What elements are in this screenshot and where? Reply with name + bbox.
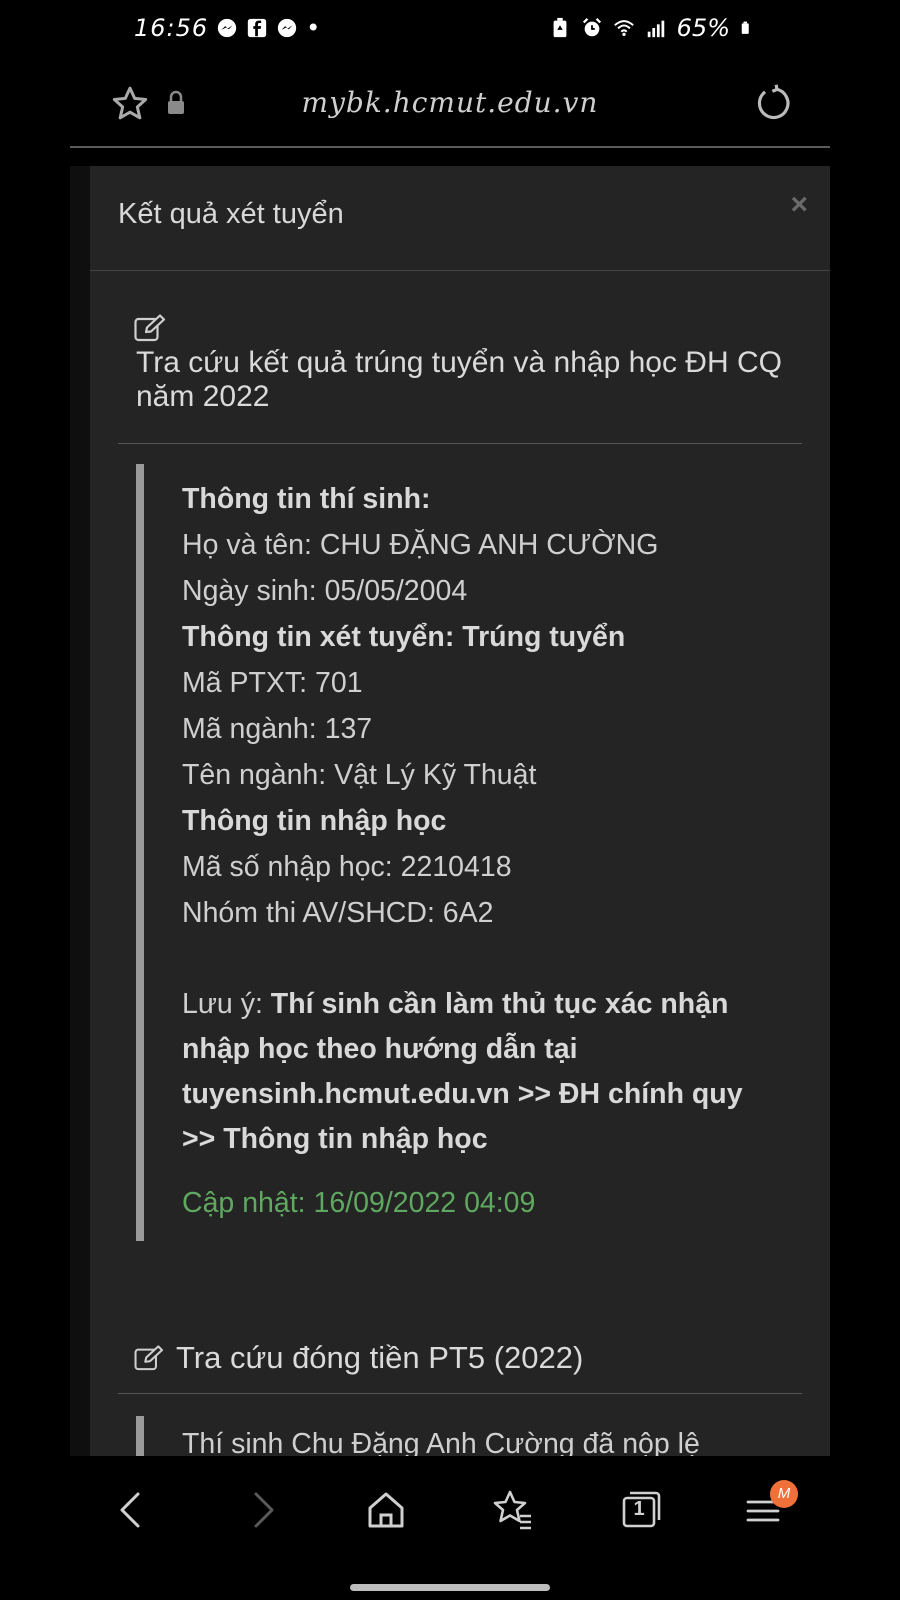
note-label: Lưu ý: [182,988,271,1020]
reload-icon[interactable] [754,84,792,122]
divider [118,443,802,444]
modal-title: Kết quả xét tuyển [118,198,344,230]
payment-info-text: Thí sinh Chu Đặng Anh Cường đã nộp lệ [182,1428,700,1456]
tab-count: 1 [633,1498,645,1520]
home-indicator[interactable] [350,1584,550,1591]
back-icon[interactable] [104,1482,160,1538]
updated-timestamp: Cập nhật: 16/09/2022 04:09 [182,1187,536,1219]
major-name: Tên ngành: Vật Lý Kỹ Thuật [182,759,537,791]
blockquote-bar [136,464,144,1241]
menu-button[interactable]: M [738,1480,798,1538]
status-bar: 16:56 • 65% [0,0,900,64]
ptxt-code: Mã PTXT: 701 [182,667,363,699]
major-code: Mã ngành: 137 [182,713,373,745]
facebook-icon [248,18,267,38]
divider [118,1393,802,1394]
browser-bottom-toolbar: 1 M [0,1456,900,1600]
battery-icon [741,21,749,34]
status-bar-right: 65% [549,14,754,42]
clock: 16:56 [134,14,209,42]
admission-heading: Thông tin xét tuyển: Trúng tuyển [182,621,626,653]
alarm-icon [582,18,601,37]
candidate-heading: Thông tin thí sinh: [182,483,431,515]
status-bar-left: 16:56 • [134,14,321,42]
note: Lưu ý: Thí sinh cần làm thủ tục xác nhận… [182,982,762,1162]
battery-percent: 65% [676,14,730,42]
section-header-payment: Tra cứu đóng tiền PT5 (2022) [134,1340,583,1376]
exam-group: Nhóm thi AV/SHCD: 6A2 [182,897,494,929]
wifi-icon [613,20,634,37]
battery-saver-icon [553,17,567,38]
tabs-button[interactable]: 1 [612,1482,668,1538]
bookmarks-icon[interactable] [484,1482,540,1538]
edit-icon [134,314,166,342]
results-modal: Kết quả xét tuyển × Tra cứu kết quả trún… [90,166,830,1456]
date-of-birth: Ngày sinh: 05/05/2004 [182,575,468,607]
forward-icon[interactable] [234,1482,290,1538]
modal-header: Kết quả xét tuyển × [90,166,830,271]
section-title-admission: Tra cứu kết quả trúng tuyển và nhập học … [136,346,782,413]
messenger-icon [278,18,297,38]
admission-info: Thông tin thí sinh: Họ và tên: CHU ĐẶNG … [182,476,762,1226]
close-button[interactable]: × [790,188,808,222]
messenger-icon [218,18,237,38]
blockquote-bar [136,1416,144,1456]
edit-icon [134,1345,164,1371]
notification-dot: • [306,14,322,42]
url-text[interactable]: mybk.hcmut.edu.vn [70,86,830,119]
enrollment-id: Mã số nhập học: 2210418 [182,851,512,883]
full-name: Họ và tên: CHU ĐẶNG ANH CƯỜNG [182,529,659,561]
home-icon[interactable] [358,1482,414,1538]
menu-badge: M [770,1480,798,1508]
section-title-payment: Tra cứu đóng tiền PT5 (2022) [176,1340,584,1375]
address-bar[interactable]: mybk.hcmut.edu.vn [70,70,830,148]
signal-icon [647,20,664,38]
enrollment-heading: Thông tin nhập học [182,805,447,837]
